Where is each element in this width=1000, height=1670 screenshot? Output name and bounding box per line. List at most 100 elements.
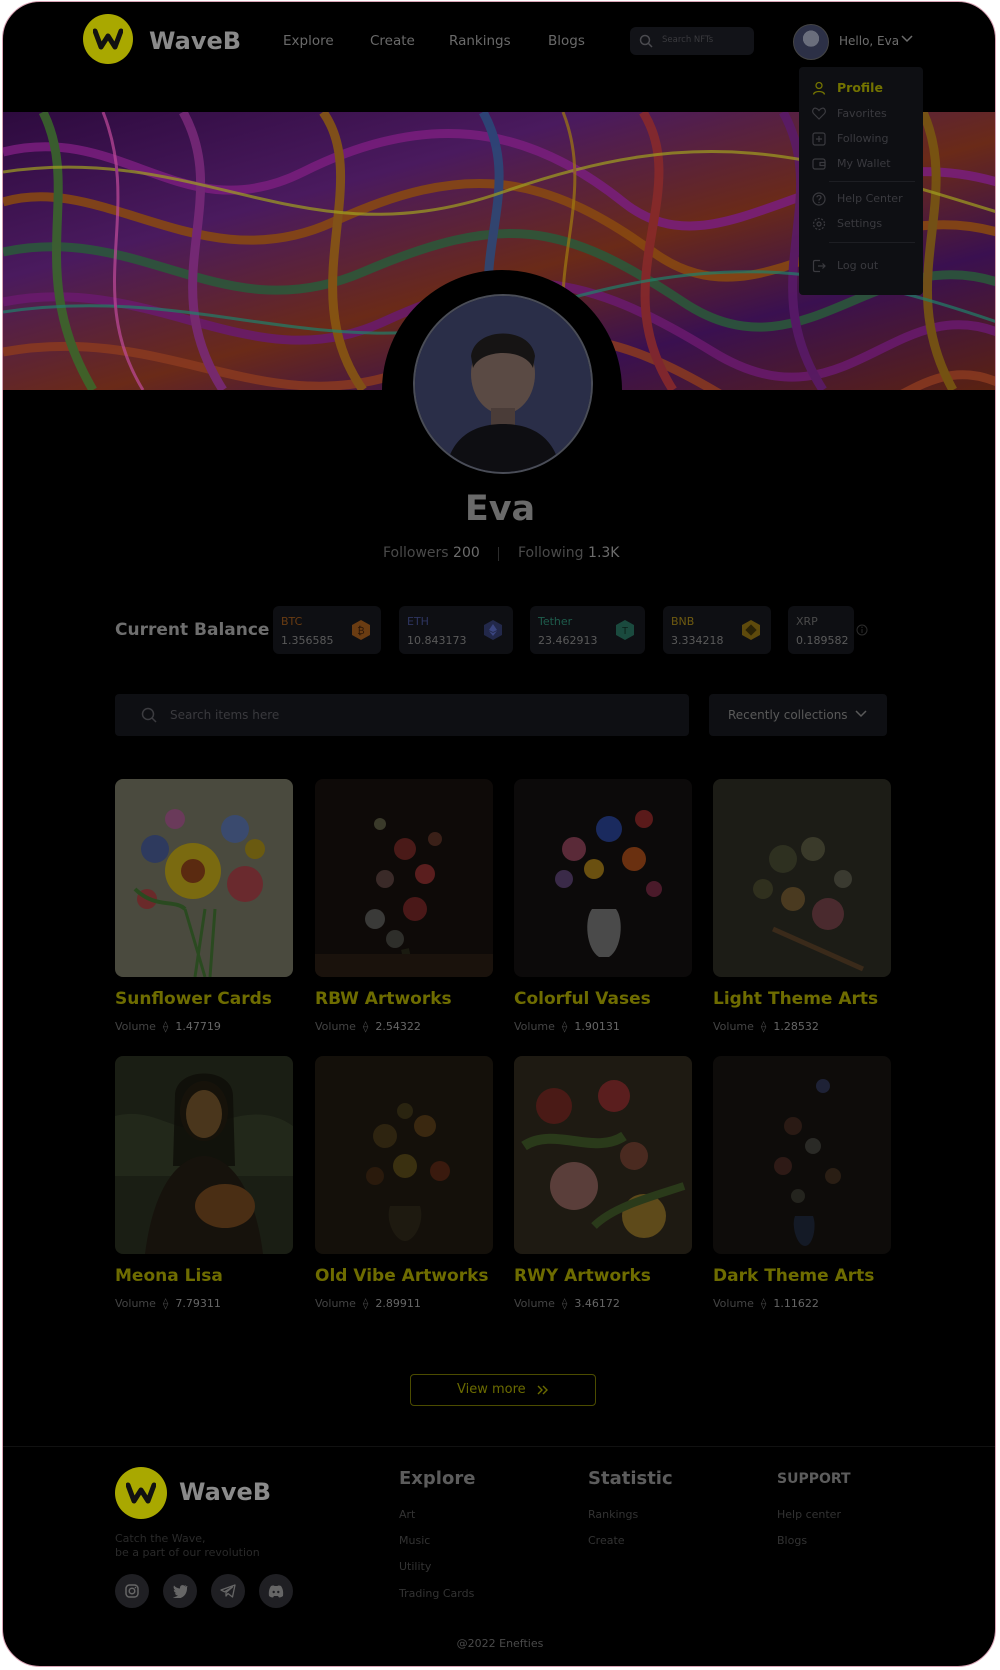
menu-item-settings[interactable]: Settings (799, 213, 923, 233)
followers-stat[interactable]: Followers 200 (383, 545, 480, 561)
bitcoin-icon: ₿ (352, 620, 370, 640)
search-icon (141, 707, 157, 723)
footer-logo-icon[interactable] (115, 1467, 167, 1519)
eth-icon: ⟠ (760, 1297, 767, 1310)
view-more-label: View more (457, 1382, 526, 1397)
search-items-placeholder: Search items here (170, 708, 280, 722)
search-nfts-input[interactable]: Search NFTs (630, 27, 754, 55)
eth-icon: ⟠ (162, 1297, 169, 1310)
volume-value: 2.89911 (375, 1297, 421, 1310)
chevron-down-icon[interactable] (901, 35, 913, 43)
coin-value: 3.334218 (671, 634, 724, 647)
coin-tether[interactable]: Tether 23.462913 T (530, 606, 645, 654)
collection-card[interactable]: Light Theme Arts Volume ⟠ 1.28532 (713, 779, 891, 1033)
tagline-line-1: Catch the Wave, (115, 1532, 206, 1545)
nav-rankings[interactable]: Rankings (449, 33, 511, 49)
eth-icon: ⟠ (162, 1020, 169, 1033)
menu-item-wallet[interactable]: My Wallet (799, 153, 923, 173)
collection-volume: Volume ⟠ 1.90131 (514, 1020, 620, 1033)
footer-link-music[interactable]: Music (399, 1534, 430, 1547)
footer-link-create[interactable]: Create (588, 1534, 625, 1547)
wallet-icon (812, 158, 826, 170)
volume-label: Volume (315, 1297, 356, 1310)
coin-btc[interactable]: BTC 1.356585 ₿ (273, 606, 381, 654)
collection-card[interactable]: Colorful Vases Volume ⟠ 1.90131 (514, 779, 692, 1033)
collection-image[interactable] (315, 1056, 493, 1254)
help-icon (812, 192, 826, 206)
discord-icon[interactable] (259, 1574, 293, 1608)
menu-item-logout[interactable]: Log out (799, 255, 923, 275)
volume-label: Volume (115, 1020, 156, 1033)
nav-blogs[interactable]: Blogs (548, 33, 585, 49)
collection-card[interactable]: Meona Lisa Volume ⟠ 7.79311 (115, 1056, 293, 1310)
telegram-icon[interactable] (211, 1574, 245, 1608)
footer-statistic-title: Statistic (588, 1468, 673, 1489)
collection-volume: Volume ⟠ 7.79311 (115, 1297, 221, 1310)
profile-name: Eva (464, 489, 536, 529)
collection-image[interactable] (115, 1056, 293, 1254)
footer-link-rankings[interactable]: Rankings (588, 1508, 638, 1521)
eth-icon: ⟠ (362, 1020, 369, 1033)
footer-brand-name[interactable]: WaveB (179, 1478, 271, 1506)
chevron-down-icon (855, 710, 867, 718)
collection-title[interactable]: RWY Artworks (514, 1266, 651, 1286)
collection-image[interactable] (315, 779, 493, 977)
coin-xrp[interactable]: XRP 0.189582 (788, 606, 854, 654)
collection-card[interactable]: Dark Theme Arts Volume ⟠ 1.11622 (713, 1056, 891, 1310)
collection-image[interactable] (514, 779, 692, 977)
collection-card[interactable]: Old Vibe Artworks Volume ⟠ 2.89911 (315, 1056, 493, 1310)
collection-image[interactable] (115, 779, 293, 977)
menu-item-profile[interactable]: Profile (799, 77, 923, 97)
footer-link-utility[interactable]: Utility (399, 1560, 431, 1573)
coin-symbol: BTC (281, 615, 303, 628)
info-icon[interactable] (856, 624, 868, 636)
menu-item-favorites[interactable]: Favorites (799, 103, 923, 123)
menu-item-label: Favorites (837, 107, 887, 120)
following-stat[interactable]: Following 1.3K (518, 545, 619, 561)
collection-card[interactable]: RBW Artworks Volume ⟠ 2.54322 (315, 779, 493, 1033)
nav-explore[interactable]: Explore (283, 33, 334, 49)
footer-link-trading-cards[interactable]: Trading Cards (399, 1587, 474, 1600)
collection-image[interactable] (713, 1056, 891, 1254)
twitter-icon[interactable] (163, 1574, 197, 1608)
tagline-line-2: be a part of our revolution (115, 1546, 260, 1559)
coin-eth[interactable]: ETH 10.843173 (399, 606, 513, 654)
copyright: @2022 Enefties (456, 1637, 544, 1650)
collection-title[interactable]: Light Theme Arts (713, 989, 878, 1009)
footer-link-art[interactable]: Art (399, 1508, 415, 1521)
collection-title[interactable]: RBW Artworks (315, 989, 452, 1009)
view-more-button[interactable]: View more (410, 1374, 596, 1406)
collection-title[interactable]: Meona Lisa (115, 1266, 223, 1286)
collection-image[interactable] (514, 1056, 692, 1254)
logo-icon[interactable] (83, 14, 133, 64)
collection-title[interactable]: Dark Theme Arts (713, 1266, 874, 1286)
search-items-input[interactable]: Search items here (115, 694, 689, 736)
profile-avatar[interactable] (413, 294, 593, 474)
menu-item-help-center[interactable]: Help Center (799, 188, 923, 208)
page-frame: WaveB Explore Create Rankings Blogs Sear… (2, 1, 996, 1667)
instagram-icon[interactable] (115, 1574, 149, 1608)
collection-card[interactable]: Sunflower Cards Volume ⟠ 1.47719 (115, 779, 293, 1033)
volume-label: Volume (713, 1020, 754, 1033)
menu-divider (829, 242, 915, 243)
collection-volume: Volume ⟠ 2.89911 (315, 1297, 421, 1310)
collection-title[interactable]: Colorful Vases (514, 989, 651, 1009)
volume-value: 1.90131 (574, 1020, 620, 1033)
sort-select[interactable]: Recently collections (709, 694, 887, 736)
avatar[interactable] (793, 24, 829, 60)
collection-title[interactable]: Sunflower Cards (115, 989, 272, 1009)
footer-link-help-center[interactable]: Help center (777, 1508, 841, 1521)
volume-value: 2.54322 (375, 1020, 421, 1033)
coin-bnb[interactable]: BNB 3.334218 (663, 606, 771, 654)
user-greeting[interactable]: Hello, Eva (839, 34, 899, 48)
footer-link-blogs[interactable]: Blogs (777, 1534, 807, 1547)
menu-item-following[interactable]: Following (799, 128, 923, 148)
nav-create[interactable]: Create (370, 33, 415, 49)
volume-value: 1.11622 (773, 1297, 819, 1310)
collection-image[interactable] (713, 779, 891, 977)
coin-value: 23.462913 (538, 634, 598, 647)
brand-name[interactable]: WaveB (149, 27, 241, 55)
collection-card[interactable]: RWY Artworks Volume ⟠ 3.46172 (514, 1056, 692, 1310)
current-balance-title: Current Balance (115, 620, 270, 640)
collection-title[interactable]: Old Vibe Artworks (315, 1266, 489, 1286)
